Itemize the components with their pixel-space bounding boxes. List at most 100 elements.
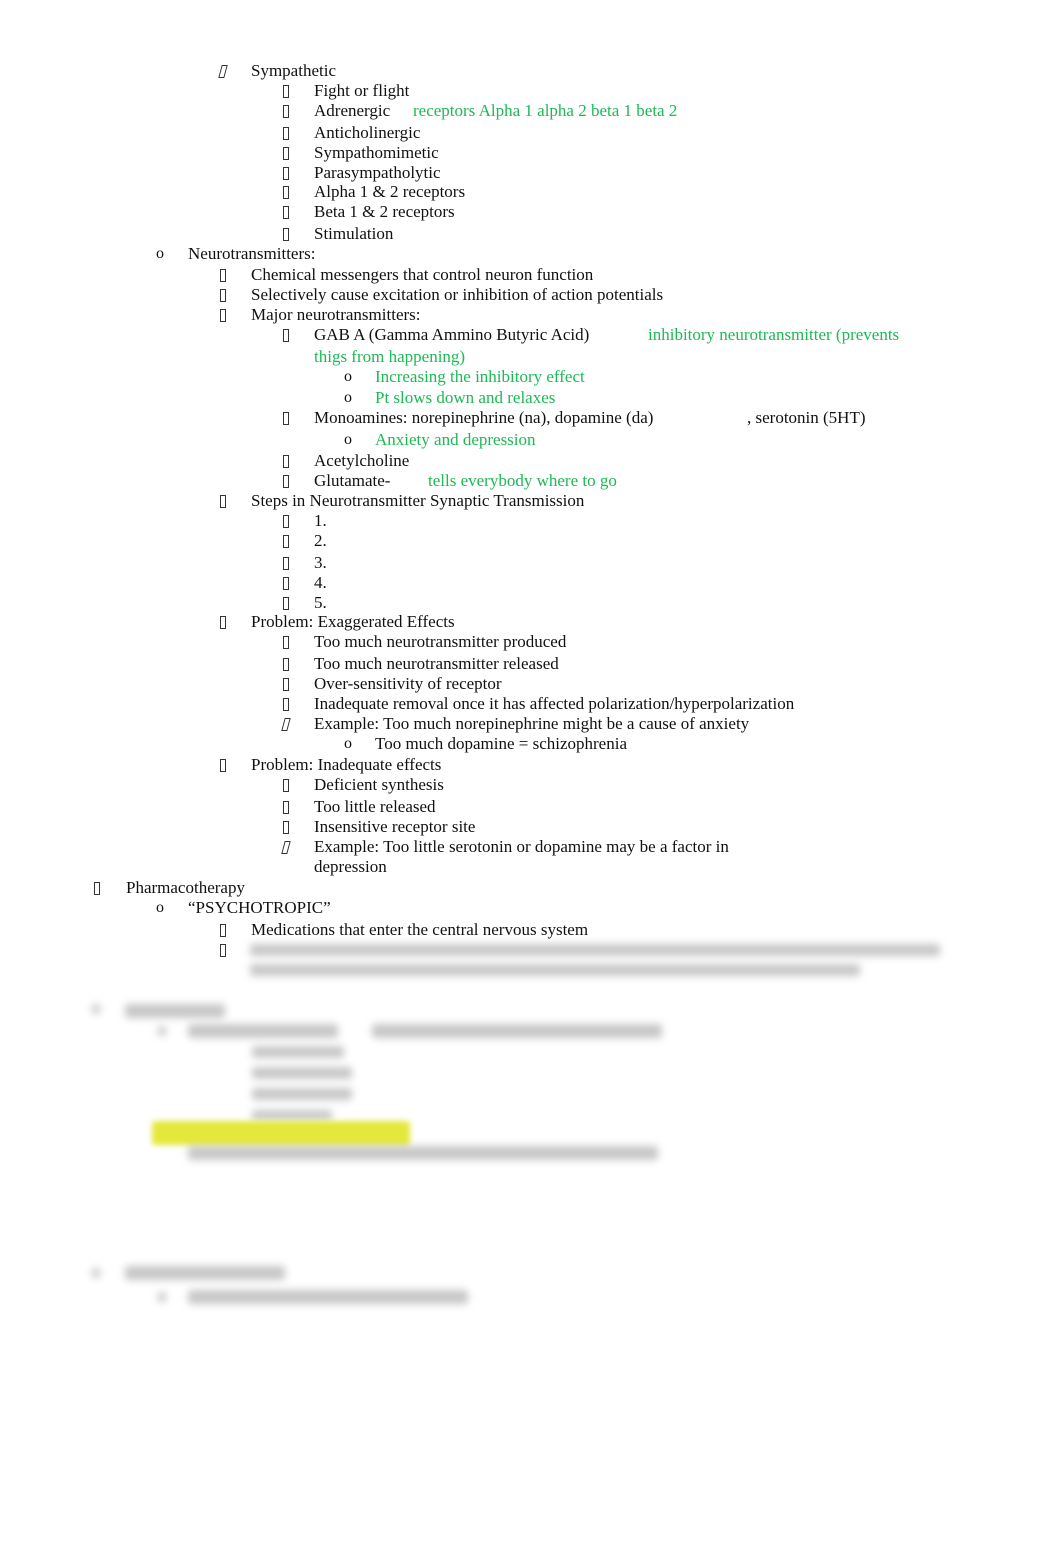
circle-bullet-icon: o [156,899,164,916]
item-text: Fight or flight [314,81,410,100]
item-text: Too little released [314,797,436,816]
item-text: Medications that enter the central nervo… [251,920,589,939]
bullet-box-icon [220,289,226,302]
item-text: Selectively cause excitation or inhibiti… [251,285,664,304]
bullet-icon [281,714,291,736]
bullet-icon [281,837,291,859]
item-text: Major neurotransmitters: [251,305,421,324]
item-text: 5. [314,593,327,612]
bullet-box-icon [283,412,289,425]
item-text: 2. [314,531,327,550]
bullet-box-icon [283,801,289,814]
bullet-icon [283,408,289,430]
bullet-icon [283,531,289,553]
annotation-note: Increasing the inhibitory effect [375,367,585,386]
circle-bullet-icon: o [344,389,352,406]
bullet-icon [283,81,289,103]
bullet-box-icon [283,105,289,118]
item-text: 3. [314,553,327,572]
item-text: Sympathomimetic [314,143,439,162]
item-text: Example: Too little serotonin or dopamin… [314,837,729,856]
item-text: Example: Too much norepinephrine might b… [314,714,750,733]
item-text: Problem: Exaggerated Effects [251,612,455,631]
bullet-icon [283,471,289,493]
bullet-box-icon [283,698,289,711]
bullet-box-icon [220,495,226,508]
circle-bullet-icon: o [344,735,352,752]
bullet-icon [283,511,289,533]
bullet-box-icon [283,329,289,342]
bullet-icon [220,940,226,962]
bullet-icon [220,920,226,942]
item-text: Deficient synthesis [314,775,444,794]
annotation-note: thigs from happening) [314,347,466,366]
bullet-box-icon [220,616,226,629]
item-text: Too much dopamine = schizophrenia [375,734,627,753]
circle-bullet-icon: o [344,368,352,385]
bullet-box-icon [281,718,291,731]
bullet-icon [94,878,100,900]
bullet-box-icon [283,658,289,671]
bullet-icon [283,451,289,473]
bullet-icon [283,325,289,347]
bullet-icon [283,553,289,575]
item-text: Sympathetic [251,61,336,80]
item-text: Problem: Inadequate effects [251,755,442,774]
bullet-box-icon [283,186,289,199]
item-text: Alpha 1 & 2 receptors [314,182,466,201]
annotation-note: Anxiety and depression [375,430,536,449]
bullet-box-icon [283,636,289,649]
bullet-box-icon [283,167,289,180]
bullet-icon [283,202,289,224]
annotation-note: Pt slows down and relaxes [375,388,556,407]
item-text: Over-sensitivity of receptor [314,674,502,693]
bullet-icon [218,61,228,83]
bullet-icon [220,491,226,513]
bullet-icon [220,612,226,634]
bullet-box-icon [283,678,289,691]
bullet-box-icon [283,577,289,590]
item-text: depression [314,857,387,876]
bullet-box-icon [283,821,289,834]
bullet-icon [283,654,289,676]
bullet-box-icon [283,515,289,528]
bullet-box-icon [283,455,289,468]
item-text: Pharmacotherapy [126,878,245,897]
bullet-box-icon [283,475,289,488]
item-text-tail: , serotonin (5HT) [747,408,866,427]
bullet-icon [283,797,289,819]
circle-bullet-icon: o [156,245,164,262]
bullet-icon [220,285,226,307]
bullet-box-icon [283,206,289,219]
bullet-icon [220,755,226,777]
bullet-box-icon [283,557,289,570]
item-text: Too much neurotransmitter released [314,654,559,673]
annotation-note: inhibitory neurotransmitter (prevents [648,325,900,344]
item-text: Stimulation [314,224,394,243]
item-text: Monoamines: norepinephrine (na), dopamin… [314,408,654,427]
bullet-box-icon [218,65,228,78]
bullet-box-icon [283,597,289,610]
item-text: Glutamate- [314,471,391,490]
item-text: Inadequate removal once it has affected … [314,694,795,713]
item-text: Adrenergic [314,101,391,120]
bullet-icon [283,123,289,145]
item-text: “PSYCHOTROPIC” [188,898,331,917]
bullet-icon [220,265,226,287]
bullet-box-icon [220,309,226,322]
item-text: Anticholinergic [314,123,421,142]
item-text: Acetylcholine [314,451,410,470]
bullet-icon [283,101,289,123]
circle-bullet-icon: o [344,431,352,448]
bullet-icon [283,674,289,696]
bullet-icon [283,143,289,165]
item-text: Chemical messengers that control neuron … [251,265,594,284]
bullet-box-icon [220,944,226,957]
bullet-box-icon [283,127,289,140]
item-text: Parasympatholytic [314,163,441,182]
item-text: Neurotransmitters: [188,244,316,263]
item-text: Too much neurotransmitter produced [314,632,567,651]
bullet-icon [220,305,226,327]
bullet-box-icon [283,779,289,792]
annotation-note: receptors Alpha 1 alpha 2 beta 1 beta 2 [413,101,678,120]
